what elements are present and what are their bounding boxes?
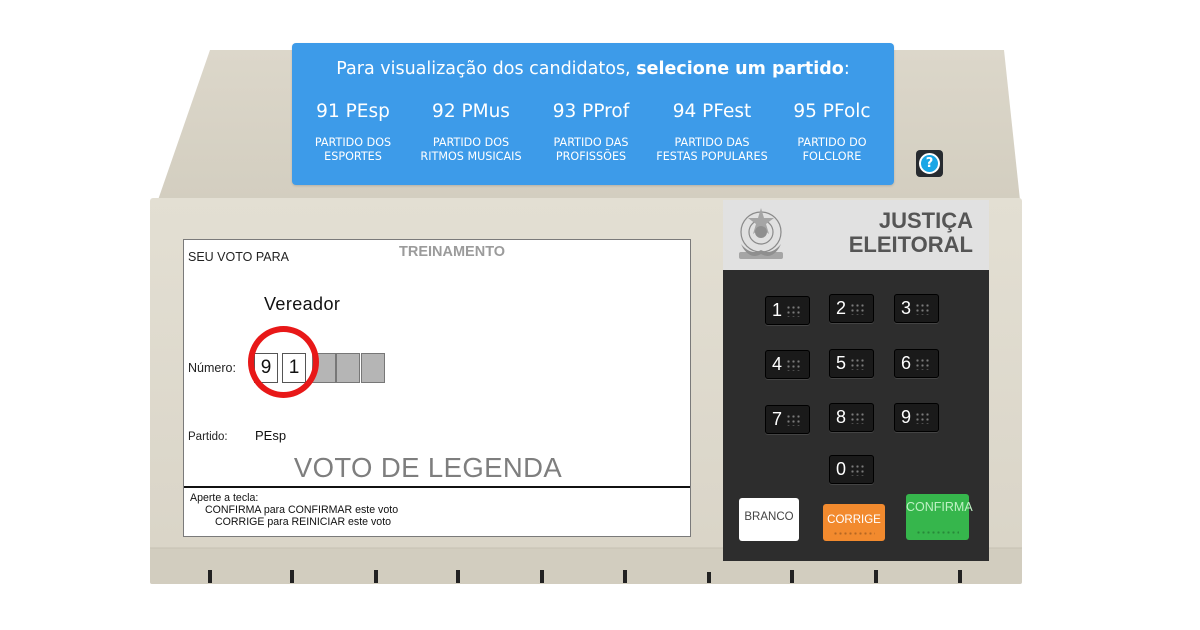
key-label: 4	[772, 354, 783, 374]
partido-label: Partido:	[188, 431, 228, 443]
party-code: 93 PProf	[552, 101, 630, 122]
key-1[interactable]: 1	[765, 296, 810, 325]
party-option-pmus[interactable]: 92 PMus PARTIDO DOS RITMOS MUSICAIS	[412, 101, 530, 164]
key-label: 6	[901, 353, 912, 373]
key-6[interactable]: 6	[894, 349, 939, 378]
key-label: 5	[836, 353, 847, 373]
brand-line-1: JUSTIÇA	[878, 208, 973, 233]
braille-icon	[850, 464, 864, 476]
seu-voto-para-label: SEU VOTO PARA	[188, 250, 289, 264]
party-code: 91 PEsp	[316, 101, 390, 122]
key-3[interactable]: 3	[894, 294, 939, 323]
key-9[interactable]: 9	[894, 403, 939, 432]
key-5[interactable]: 5	[829, 349, 874, 378]
number-digit-4	[336, 353, 360, 383]
numero-label: Número:	[188, 361, 236, 375]
key-4[interactable]: 4	[765, 350, 810, 379]
key-label: 0	[836, 459, 847, 479]
party-name: PARTIDO DOS RITMOS MUSICAIS	[420, 136, 522, 163]
branco-button[interactable]: BRANCO	[739, 498, 799, 541]
instructions-line-2: CONFIRMA para CONFIRMAR este voto	[205, 504, 399, 516]
key-label: 8	[836, 407, 847, 427]
braille-icon	[915, 412, 929, 424]
key-8[interactable]: 8	[829, 403, 874, 432]
party-option-pesp[interactable]: 91 PEsp PARTIDO DOS ESPORTES	[294, 101, 412, 164]
key-label: 9	[901, 407, 912, 427]
braille-icon	[915, 358, 929, 370]
highlight-circle	[248, 326, 319, 398]
party-code: 95 PFolc	[793, 101, 871, 122]
corrige-label: CORRIGE	[827, 514, 881, 526]
key-label: 2	[836, 298, 847, 318]
key-0[interactable]: 0	[829, 455, 874, 484]
braille-icon	[786, 359, 800, 371]
brand-line-2: ELEITORAL	[848, 232, 973, 257]
party-name: PARTIDO DOS ESPORTES	[314, 136, 392, 163]
braille-icon	[786, 414, 800, 426]
voting-machine-simulator: Para visualização dos candidatos, seleci…	[0, 0, 1200, 630]
party-code: 94 PFest	[672, 101, 752, 122]
instructions-box: Aperte a tecla: CONFIRMA para CONFIRMAR …	[184, 486, 690, 532]
instructions-line-1: Aperte a tecla:	[190, 492, 259, 504]
voto-de-legenda-text: VOTO DE LEGENDA	[293, 452, 563, 483]
braille-icon	[850, 303, 864, 315]
braille-icon	[833, 531, 875, 537]
party-name: PARTIDO DAS PROFISSÕES	[553, 136, 629, 163]
party-code: 92 PMus	[432, 101, 510, 122]
braille-icon	[850, 412, 864, 424]
braille-icon	[916, 530, 959, 536]
braille-icon	[915, 303, 929, 315]
partido-value: PEsp	[255, 428, 287, 443]
confirma-button[interactable]: CONFIRMA	[906, 494, 973, 540]
banner-title-bold: selecione um partido	[636, 59, 844, 79]
brand-plate: JUSTIÇA ELEITORAL	[723, 200, 989, 270]
cargo-title: Vereador	[264, 294, 341, 314]
help-icon: ?	[919, 153, 940, 174]
banner-title-suffix: :	[843, 59, 850, 79]
training-mode-label: TREINAMENTO	[399, 244, 506, 260]
key-2[interactable]: 2	[829, 294, 874, 323]
party-option-pfest[interactable]: 94 PFest PARTIDO DAS FESTAS POPULARES	[653, 101, 771, 164]
braille-icon	[786, 305, 800, 317]
banner-title-prefix: Para visualização dos candidatos,	[336, 59, 637, 79]
keypad-panel: JUSTIÇA ELEITORAL 1 2 3 4 5 6 7 8 9 0 BR…	[723, 200, 989, 561]
coat-of-arms-icon	[739, 208, 783, 259]
number-digit-5	[361, 353, 385, 383]
braille-icon	[850, 358, 864, 370]
help-button[interactable]: ?	[916, 150, 943, 177]
banner-title: Para visualização dos candidatos, seleci…	[292, 59, 894, 79]
key-label: 1	[772, 300, 783, 320]
key-label: 7	[772, 409, 783, 429]
party-selection-banner: Para visualização dos candidatos, seleci…	[292, 43, 894, 185]
party-name: PARTIDO DO FOLCLORE	[797, 136, 867, 163]
corrige-button[interactable]: CORRIGE	[823, 504, 885, 541]
voting-screen: SEU VOTO PARA TREINAMENTO Vereador Númer…	[183, 239, 691, 537]
party-option-pfolc[interactable]: 95 PFolc PARTIDO DO FOLCLORE	[773, 101, 891, 164]
party-name: PARTIDO DAS FESTAS POPULARES	[656, 136, 768, 163]
brand-text: JUSTIÇA ELEITORAL	[849, 209, 973, 257]
party-option-pprof[interactable]: 93 PProf PARTIDO DAS PROFISSÕES	[532, 101, 650, 164]
instructions-line-3: CORRIGE para REINICIAR este voto	[215, 516, 392, 528]
key-label: 3	[901, 298, 912, 318]
key-7[interactable]: 7	[765, 405, 810, 434]
confirma-label: CONFIRMA	[906, 500, 973, 514]
